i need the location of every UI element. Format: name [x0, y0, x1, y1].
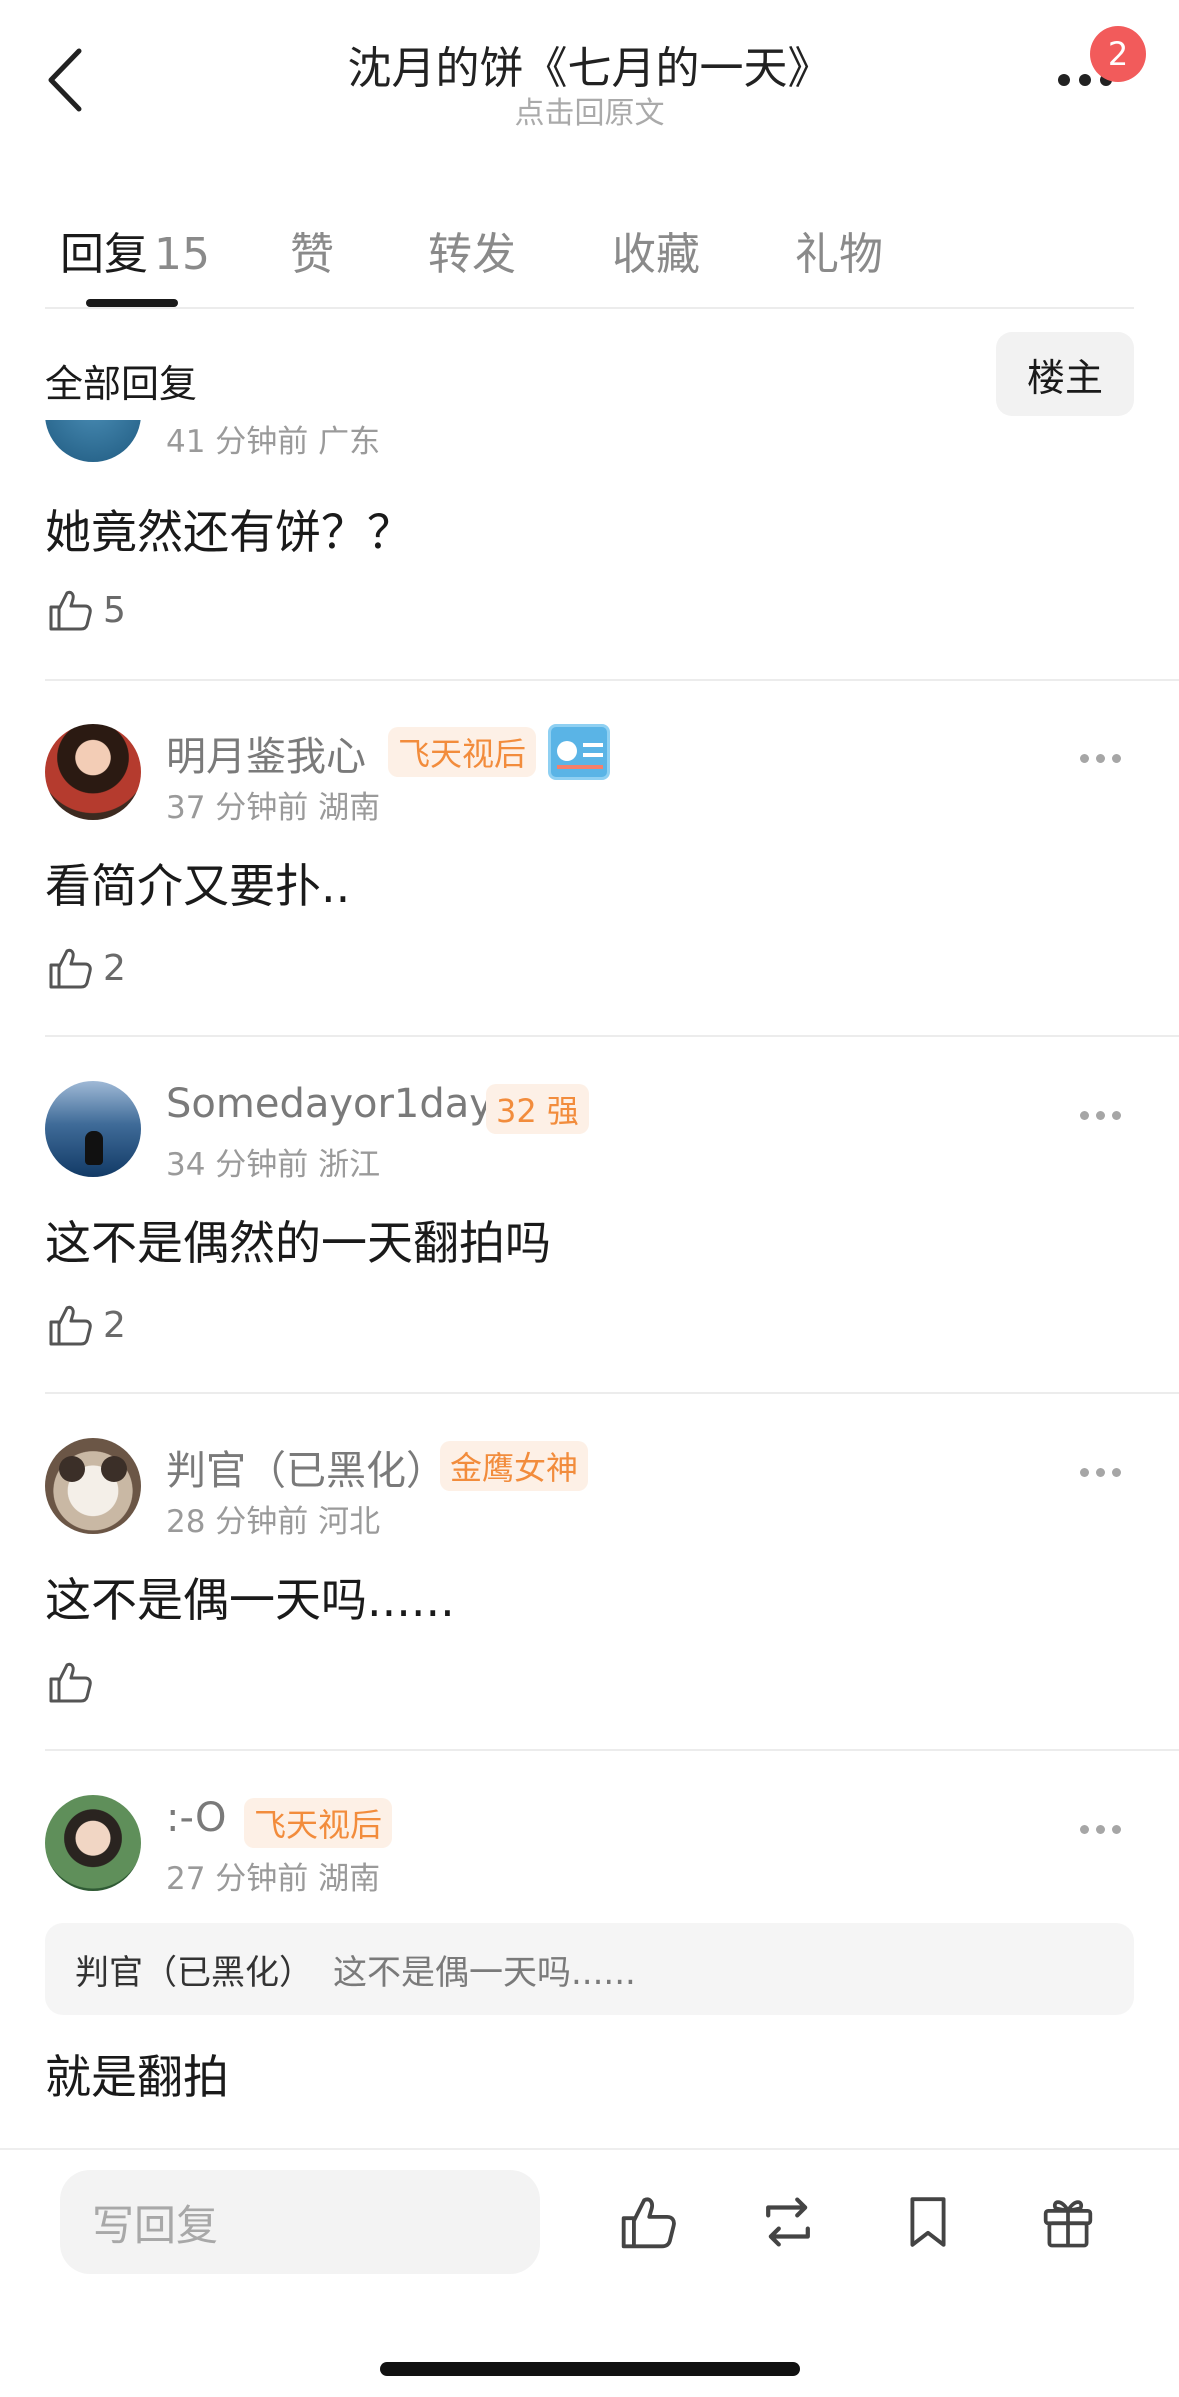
like-button[interactable]: 5: [45, 582, 126, 638]
gift-button[interactable]: [1032, 2186, 1104, 2258]
tab-reposts[interactable]: 转发: [428, 218, 516, 282]
quoted-reply[interactable]: 判官（已黑化） 这不是偶一天吗......: [45, 1923, 1134, 2015]
tab-likes[interactable]: 赞: [290, 218, 334, 282]
more-dot-icon: [1080, 1824, 1089, 1834]
comment-meta: 34 分钟前 浙江: [166, 1147, 381, 1183]
more-dot-icon: [1112, 753, 1121, 763]
tab-count: 15: [154, 229, 210, 280]
avatar[interactable]: [45, 1081, 141, 1177]
comment-more-button[interactable]: [1080, 1814, 1140, 1844]
tab-favorites[interactable]: 收藏: [612, 218, 700, 282]
repost-button[interactable]: [752, 2186, 824, 2258]
like-count: 2: [103, 947, 126, 989]
more-dot-icon: [1080, 1110, 1089, 1120]
notification-badge: 2: [1090, 26, 1146, 82]
header-bar: 沈月的饼《七月的一天》 点击回原文 2: [0, 0, 1179, 160]
thumbs-up-icon: [49, 590, 92, 631]
comment-item: 41 分钟前 广东 她竟然还有饼？？ 5: [0, 420, 1179, 680]
avatar-clip: [45, 420, 141, 462]
reply-input[interactable]: 写回复: [60, 2170, 540, 2274]
comment-meta: 27 分钟前 湖南: [166, 1861, 381, 1897]
more-dot-icon: [1112, 1467, 1121, 1477]
avatar[interactable]: [45, 1795, 141, 1891]
comment-item: 明月鉴我心 飞天视后 37 分钟前 湖南 看简介又要扑.. 2: [0, 680, 1179, 1037]
tab-replies[interactable]: 回复 15: [60, 218, 210, 282]
avatar[interactable]: [45, 724, 141, 820]
comment-text[interactable]: 这不是偶然的一天翻拍吗: [45, 1207, 551, 1273]
gift-icon: [1043, 2200, 1093, 2248]
more-dot-icon: [1096, 1467, 1105, 1477]
bottom-action-bar: 写回复: [0, 2148, 1179, 2397]
avatar[interactable]: [45, 1438, 141, 1534]
meta-clip: 41 分钟前 广东: [166, 420, 666, 462]
bookmark-icon: [910, 2197, 946, 2247]
like-button[interactable]: 2: [45, 1297, 126, 1353]
username[interactable]: 判官（已黑化）: [166, 1438, 446, 1496]
more-dot-icon: [1080, 1467, 1089, 1477]
id-card-badge-icon: [548, 724, 610, 780]
quoted-text: 这不是偶一天吗......: [333, 1952, 636, 1993]
quoted-username: 判官（已黑化）: [75, 1952, 313, 1993]
user-tag: 飞天视后: [388, 727, 537, 777]
comment-text[interactable]: 看简介又要扑..: [45, 850, 350, 916]
more-dot-icon: [1080, 753, 1089, 763]
more-dot-icon: [1112, 1824, 1121, 1834]
more-dot-icon: [1079, 74, 1091, 86]
tab-bar: 回复 15 赞 转发 收藏 礼物: [0, 200, 1179, 310]
tab-gifts[interactable]: 礼物: [795, 218, 883, 282]
tab-label: 回复: [60, 229, 148, 280]
like-button[interactable]: [45, 1654, 103, 1710]
like-button[interactable]: 2: [45, 940, 126, 996]
more-dot-icon: [1112, 1110, 1121, 1120]
thumbs-up-icon: [49, 948, 92, 989]
more-dot-icon: [1096, 753, 1105, 763]
avatar[interactable]: [45, 420, 141, 462]
comment-meta: 41 分钟前 广东: [166, 424, 381, 460]
more-dot-icon: [1096, 1824, 1105, 1834]
back-to-original-link[interactable]: 点击回原文: [0, 88, 1179, 132]
username[interactable]: Somedayor1day: [166, 1081, 493, 1127]
like-count: 5: [103, 589, 126, 631]
comment-item: Somedayor1day 32 强 34 分钟前 浙江 这不是偶然的一天翻拍吗…: [0, 1037, 1179, 1394]
active-tab-indicator: [86, 299, 178, 307]
comment-text[interactable]: 她竟然还有饼？？: [45, 496, 413, 562]
more-dot-icon: [1058, 74, 1070, 86]
user-tag: 32 强: [486, 1084, 589, 1134]
comment-more-button[interactable]: [1080, 743, 1140, 773]
comment-text[interactable]: 这不是偶一天吗......: [45, 1564, 455, 1630]
comment-more-button[interactable]: [1080, 1100, 1140, 1130]
page-title[interactable]: 沈月的饼《七月的一天》: [0, 32, 1179, 96]
favorite-button[interactable]: [892, 2186, 964, 2258]
section-title: 全部回复: [45, 362, 198, 406]
op-only-filter-button[interactable]: 楼主: [996, 332, 1134, 416]
like-count: 2: [103, 1304, 126, 1346]
username[interactable]: :-O: [166, 1795, 227, 1841]
comment-item: 判官（已黑化） 金鹰女神 28 分钟前 河北 这不是偶一天吗......: [0, 1394, 1179, 1751]
repost-icon: [766, 2197, 810, 2247]
home-indicator[interactable]: [380, 2362, 800, 2376]
divider: [45, 307, 1134, 309]
comment-meta: 37 分钟前 湖南: [166, 790, 381, 826]
thumbs-up-icon: [49, 1305, 92, 1346]
comment-more-button[interactable]: [1080, 1457, 1140, 1487]
comment-meta: 28 分钟前 河北: [166, 1504, 381, 1540]
username[interactable]: 明月鉴我心: [166, 724, 366, 782]
user-tag: 金鹰女神: [440, 1441, 589, 1491]
comment-item: :-O 飞天视后 27 分钟前 湖南 判官（已黑化） 这不是偶一天吗......…: [0, 1751, 1179, 2151]
thumbs-up-icon: [621, 2197, 676, 2249]
like-post-button[interactable]: [612, 2186, 684, 2258]
thumbs-up-icon: [49, 1662, 92, 1703]
comment-text[interactable]: 就是翻拍: [45, 2041, 229, 2107]
user-tag: 飞天视后: [244, 1798, 393, 1848]
more-dot-icon: [1096, 1110, 1105, 1120]
